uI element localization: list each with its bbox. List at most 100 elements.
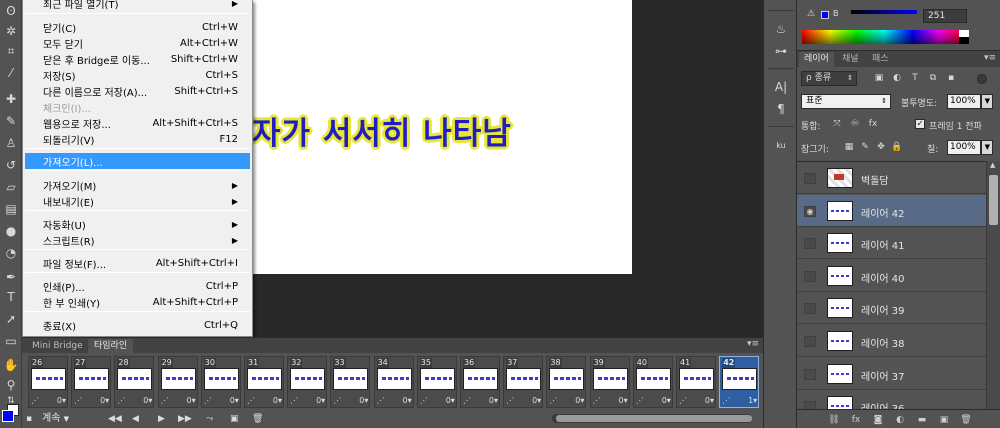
menu-item[interactable]: 저장(S) Ctrl+S <box>23 67 252 83</box>
layer-row[interactable]: 레이어 40 <box>797 259 986 292</box>
menu-item[interactable]: 종료(X) Ctrl+Q <box>23 317 252 333</box>
pixel-filter-icon[interactable]: ▣ <box>873 72 885 84</box>
blue-channel-slider[interactable] <box>851 10 917 14</box>
menu-item[interactable]: 모두 닫기 Alt+Ctrl+W <box>23 35 252 51</box>
new-layer-icon[interactable]: ▣ <box>937 413 951 427</box>
frame-delay[interactable]: 0▾ <box>575 396 584 405</box>
tab-layers[interactable]: 레이어 <box>799 52 834 67</box>
animation-frame[interactable]: 27 ⋰ 0▾ <box>71 356 112 408</box>
blur-icon[interactable]: ● <box>2 222 20 240</box>
opacity-slider-toggle[interactable]: ▼ <box>981 94 993 109</box>
propagate-checkbox[interactable]: ✓ <box>915 119 925 129</box>
unify-position-icon[interactable]: ⤧ <box>831 118 843 130</box>
rectangle-icon[interactable]: ▭ <box>2 332 20 350</box>
layer-filter-select[interactable]: ρ 종류 ⇕ <box>801 71 857 86</box>
frame-delay[interactable]: 0▾ <box>273 396 282 405</box>
lasso-icon[interactable]: ʘ <box>2 2 20 20</box>
foreground-color-swatch[interactable] <box>2 410 14 422</box>
hand-icon[interactable]: ✋ <box>2 356 20 374</box>
frame-delay[interactable]: 0▾ <box>662 396 671 405</box>
history-brush-icon[interactable]: ↺ <box>2 156 20 174</box>
animation-frame[interactable]: 30 ⋰ 0▾ <box>200 356 241 408</box>
character-icon[interactable]: A| <box>771 78 791 96</box>
tab-channels[interactable]: 채널 <box>837 52 864 67</box>
animation-frame[interactable]: 36 ⋰ 0▾ <box>460 356 500 408</box>
previous-frame-button[interactable]: ◀ <box>132 412 139 426</box>
adjustments-icon[interactable]: ⊶ <box>771 42 791 60</box>
visibility-toggle[interactable] <box>804 238 816 250</box>
menu-item[interactable]: 가져오기(L)... <box>25 153 250 169</box>
frame-delay[interactable]: 0▾ <box>446 396 455 405</box>
frame-delay[interactable]: 0▾ <box>100 396 109 405</box>
animation-frame[interactable]: 39 ⋰ 0▾ <box>589 356 630 408</box>
fill-slider-toggle[interactable]: ▼ <box>981 140 993 155</box>
frame-delay[interactable]: 0▾ <box>402 396 411 405</box>
layer-row[interactable]: ◉ 레이어 42 <box>797 194 986 227</box>
lock-position-icon[interactable]: ✥ <box>875 141 887 153</box>
visibility-toggle[interactable] <box>804 173 816 184</box>
frame-delay[interactable]: 0▾ <box>705 396 714 405</box>
menu-item[interactable]: 파일 정보(F)... Alt+Shift+Ctrl+I <box>23 255 252 271</box>
first-frame-button[interactable]: ◀◀ <box>108 412 122 426</box>
animation-frame[interactable]: 26 ⋰ 0▾ <box>28 356 68 408</box>
brush-presets-icon[interactable]: ♨ <box>771 20 791 38</box>
layer-row[interactable]: 레이어 37 <box>797 357 986 390</box>
lock-all-icon[interactable]: 🔒 <box>891 141 903 153</box>
frame-delay[interactable]: 0▾ <box>230 396 239 405</box>
animation-frame[interactable]: 40 ⋰ 0▾ <box>632 356 673 408</box>
menu-item[interactable]: 되돌리기(V) F12 <box>23 131 252 147</box>
menu-item[interactable]: 최근 파일 열기(T) ▶ <box>23 0 252 11</box>
animation-frame[interactable]: 34 ⋰ 0▾ <box>373 356 414 408</box>
layers-scrollbar[interactable]: ▲ <box>986 161 1000 409</box>
crop-icon[interactable]: ⌗ <box>2 42 20 60</box>
layer-row[interactable]: 레이어 41 <box>797 227 986 260</box>
healing-brush-icon[interactable]: ✚ <box>2 90 20 108</box>
menu-item[interactable]: 웹용으로 저장... Alt+Shift+Ctrl+S <box>23 115 252 131</box>
frame-delay[interactable]: 0▾ <box>489 396 498 405</box>
menu-item[interactable]: 내보내기(E) ▶ <box>23 193 252 209</box>
tween-icon[interactable]: ⤳ <box>206 412 213 426</box>
animation-frame[interactable]: 28 ⋰ 0▾ <box>114 356 155 408</box>
frame-delay[interactable]: 0▾ <box>186 396 195 405</box>
filter-toggle-icon[interactable] <box>977 74 987 84</box>
layer-row[interactable]: 레이어 36 <box>797 390 986 409</box>
delete-layer-icon[interactable]: 🗑 <box>959 413 973 427</box>
frame-delay[interactable]: 0▾ <box>316 396 325 405</box>
frame-delay[interactable]: 0▾ <box>532 396 541 405</box>
magic-wand-icon[interactable]: ✲ <box>2 22 20 40</box>
menu-item[interactable]: 다른 이름으로 저장(A)... Shift+Ctrl+S <box>23 83 252 99</box>
frame-delay[interactable]: 0▾ <box>359 396 368 405</box>
animation-frame[interactable]: 42 ⋰ 1▾ <box>719 356 760 408</box>
dodge-icon[interactable]: ◔ <box>2 244 20 262</box>
unify-visibility-icon[interactable]: ♾ <box>849 118 861 130</box>
menu-item[interactable]: 닫은 후 Bridge로 이동... Shift+Ctrl+W <box>23 51 252 67</box>
type-icon[interactable]: T <box>2 288 20 306</box>
unify-style-icon[interactable]: fx <box>867 118 879 130</box>
visibility-toggle[interactable] <box>804 368 816 380</box>
color-spectrum[interactable] <box>802 30 967 44</box>
animation-frame[interactable]: 35 ⋰ 0▾ <box>416 356 457 408</box>
play-button[interactable]: ▶ <box>158 412 165 426</box>
animation-frame[interactable]: 32 ⋰ 0▾ <box>287 356 328 408</box>
gradient-icon[interactable]: ▤ <box>2 200 20 218</box>
eraser-icon[interactable]: ▱ <box>2 178 20 196</box>
layers-scroll-thumb[interactable] <box>989 175 998 225</box>
pen-icon[interactable]: ✒ <box>2 268 20 286</box>
layer-row[interactable]: 레이어 39 <box>797 292 986 325</box>
visibility-toggle[interactable] <box>804 270 816 282</box>
type-filter-icon[interactable]: T <box>909 72 921 84</box>
layer-mask-icon[interactable]: ◙ <box>871 413 885 427</box>
panel-menu-icon[interactable]: ▾≡ <box>984 53 996 63</box>
paragraph-icon[interactable]: ¶ <box>771 100 791 118</box>
duplicate-frame-icon[interactable]: ▣ <box>230 412 239 426</box>
fill-input[interactable]: 100% <box>947 140 981 155</box>
frame-delay[interactable]: 0▾ <box>618 396 627 405</box>
menu-item[interactable]: 인쇄(P)... Ctrl+P <box>23 278 252 294</box>
lock-transparent-icon[interactable]: ▦ <box>843 141 855 153</box>
opacity-input[interactable]: 100% <box>947 94 981 109</box>
adjustment-layer-icon[interactable]: ◐ <box>893 413 907 427</box>
frame-delay[interactable]: 0▾ <box>57 396 66 405</box>
animation-frame[interactable]: 41 ⋰ 0▾ <box>676 356 716 408</box>
layer-style-icon[interactable]: fx <box>849 413 863 427</box>
frame-delay[interactable]: 0▾ <box>143 396 152 405</box>
